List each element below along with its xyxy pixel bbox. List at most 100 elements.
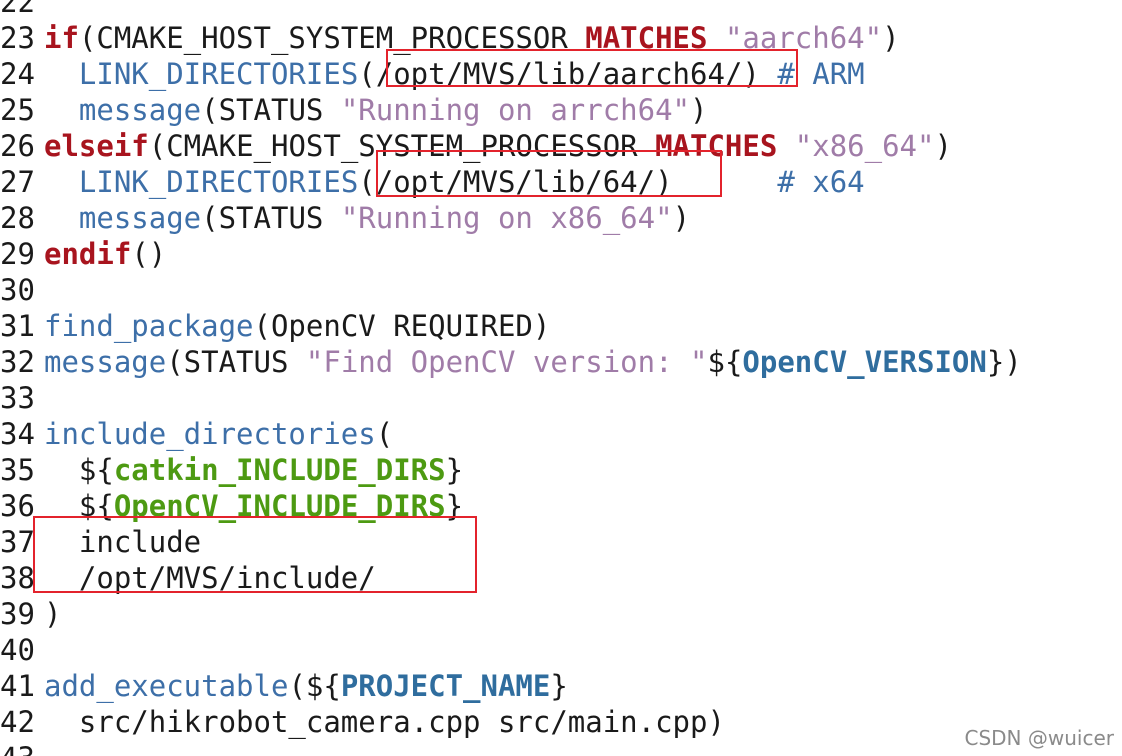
code-line[interactable]: 30 bbox=[0, 272, 44, 308]
code-line[interactable]: 29 endif() bbox=[0, 236, 166, 272]
code-line[interactable]: 25 message(STATUS "Running on arrch64") bbox=[0, 92, 708, 128]
code-token: endif bbox=[44, 237, 132, 271]
code-line[interactable]: 33 bbox=[0, 380, 44, 416]
code-token: find_package bbox=[44, 309, 254, 343]
line-code: src/hikrobot_camera.cpp src/main.cpp) bbox=[44, 704, 725, 740]
code-token: } bbox=[445, 489, 464, 523]
code-line[interactable]: 32 message(STATUS "Find OpenCV version: "… bbox=[0, 344, 1022, 380]
line-number: 42 bbox=[0, 705, 35, 739]
code-token: ${ bbox=[44, 489, 114, 523]
line-code: add_executable(${PROJECT_NAME} bbox=[44, 668, 568, 704]
code-token: "Find OpenCV version: " bbox=[305, 345, 708, 379]
code-token: ) bbox=[882, 21, 900, 55]
code-line[interactable]: 34 include_directories( bbox=[0, 416, 393, 452]
line-number: 39 bbox=[0, 597, 35, 631]
code-token: elseif bbox=[44, 129, 149, 163]
code-token: ) bbox=[672, 201, 691, 235]
line-code: message(STATUS "Find OpenCV version: "${… bbox=[44, 344, 1022, 380]
line-code: find_package(OpenCV REQUIRED) bbox=[44, 308, 550, 344]
line-code: include_directories( bbox=[44, 416, 393, 452]
code-token: PROJECT_NAME bbox=[340, 669, 551, 703]
code-token: }) bbox=[986, 345, 1022, 379]
code-token: "aarch64" bbox=[724, 21, 883, 55]
code-token: ( bbox=[375, 417, 394, 451]
code-token: (STATUS bbox=[201, 201, 341, 235]
code-editor[interactable]: 22 23 if(CMAKE_HOST_SYSTEM_PROCESSOR MATCH… bbox=[0, 0, 1122, 756]
line-number: 43 bbox=[0, 740, 36, 756]
code-token: "Running on x86_64" bbox=[340, 201, 673, 235]
line-number: 34 bbox=[0, 417, 35, 451]
code-token: () bbox=[131, 237, 167, 271]
code-token: MATCHES bbox=[585, 21, 708, 55]
line-number: 24 bbox=[0, 57, 35, 91]
code-line[interactable]: 27 LINK_DIRECTORIES(/opt/MVS/lib/64/) # … bbox=[0, 164, 865, 200]
watermark-text: CSDN @wuicer bbox=[964, 726, 1115, 750]
code-token: if bbox=[44, 21, 79, 55]
code-token: include bbox=[44, 525, 202, 559]
code-line[interactable]: 38 /opt/MVS/include/ bbox=[0, 560, 376, 596]
code-line[interactable]: 43 bbox=[0, 740, 44, 756]
code-token: OpenCV_VERSION bbox=[742, 345, 987, 379]
line-number: 40 bbox=[0, 633, 35, 667]
code-line[interactable]: 26 elseif(CMAKE_HOST_SYSTEM_PROCESSOR MAT… bbox=[0, 128, 952, 164]
code-line[interactable]: 28 message(STATUS "Running on x86_64") bbox=[0, 200, 690, 236]
line-number: 41 bbox=[0, 669, 35, 703]
code-token: (CMAKE_HOST_SYSTEM_PROCESSOR bbox=[78, 21, 586, 55]
code-token: ) bbox=[690, 93, 708, 127]
line-number: 38 bbox=[0, 561, 35, 595]
code-token: include_directories bbox=[44, 417, 376, 451]
code-line[interactable]: 23 if(CMAKE_HOST_SYSTEM_PROCESSOR MATCHES… bbox=[0, 20, 900, 56]
code-line[interactable]: 39) bbox=[0, 596, 61, 632]
line-number: 35 bbox=[0, 453, 35, 487]
line-code: ) bbox=[44, 596, 61, 632]
code-token: message bbox=[78, 93, 202, 127]
code-token: (CMAKE_HOST_SYSTEM_PROCESSOR bbox=[148, 129, 656, 163]
code-token: } bbox=[550, 669, 568, 703]
code-token: (/opt/MVS/lib/aarch64/) bbox=[358, 57, 778, 91]
code-line[interactable]: 35 ${catkin_INCLUDE_DIRS} bbox=[0, 452, 463, 488]
code-token: "x86_64" bbox=[794, 129, 935, 163]
line-code: endif() bbox=[44, 236, 166, 272]
line-number: 26 bbox=[0, 129, 35, 163]
line-number: 31 bbox=[0, 309, 35, 343]
code-token: /opt/MVS/include/ bbox=[44, 561, 376, 595]
line-code: ${OpenCV_INCLUDE_DIRS} bbox=[44, 488, 463, 524]
code-token: MATCHES bbox=[655, 129, 778, 163]
code-token: (STATUS bbox=[166, 345, 306, 379]
code-token: ${ bbox=[44, 453, 114, 487]
code-token: LINK_DIRECTORIES bbox=[78, 165, 359, 199]
line-code: message(STATUS "Running on x86_64") bbox=[44, 200, 690, 236]
code-token: } bbox=[445, 453, 464, 487]
code-line[interactable]: 41 add_executable(${PROJECT_NAME} bbox=[0, 668, 568, 704]
code-line[interactable]: 40 bbox=[0, 632, 44, 668]
line-code: LINK_DIRECTORIES(/opt/MVS/lib/aarch64/) … bbox=[44, 56, 865, 92]
code-line[interactable]: 37 include bbox=[0, 524, 201, 560]
code-token: # ARM bbox=[777, 57, 865, 91]
code-token: "Running on arrch64" bbox=[340, 93, 691, 127]
line-number: 28 bbox=[0, 201, 35, 235]
code-token: (/opt/MVS/lib/64/) bbox=[358, 165, 778, 199]
line-code: if(CMAKE_HOST_SYSTEM_PROCESSOR MATCHES "… bbox=[44, 20, 900, 56]
code-token: message bbox=[78, 201, 202, 235]
code-token: (STATUS bbox=[201, 93, 341, 127]
code-token: src/hikrobot_camera.cpp src/main.cpp) bbox=[44, 705, 725, 739]
code-token: ${ bbox=[707, 345, 743, 379]
code-line[interactable]: 42 src/hikrobot_camera.cpp src/main.cpp) bbox=[0, 704, 725, 740]
code-line[interactable]: 31 find_package(OpenCV REQUIRED) bbox=[0, 308, 550, 344]
code-token: (${ bbox=[288, 669, 341, 703]
line-code: /opt/MVS/include/ bbox=[44, 560, 376, 596]
code-token: message bbox=[44, 345, 167, 379]
line-number: 30 bbox=[0, 273, 35, 307]
line-code: message(STATUS "Running on arrch64") bbox=[44, 92, 708, 128]
line-number: 32 bbox=[0, 345, 35, 379]
line-code: LINK_DIRECTORIES(/opt/MVS/lib/64/) # x64 bbox=[44, 164, 865, 200]
code-line[interactable]: 36 ${OpenCV_INCLUDE_DIRS} bbox=[0, 488, 463, 524]
code-line[interactable]: 24 LINK_DIRECTORIES(/opt/MVS/lib/aarch64… bbox=[0, 56, 865, 92]
code-line[interactable]: 22 bbox=[0, 0, 44, 20]
